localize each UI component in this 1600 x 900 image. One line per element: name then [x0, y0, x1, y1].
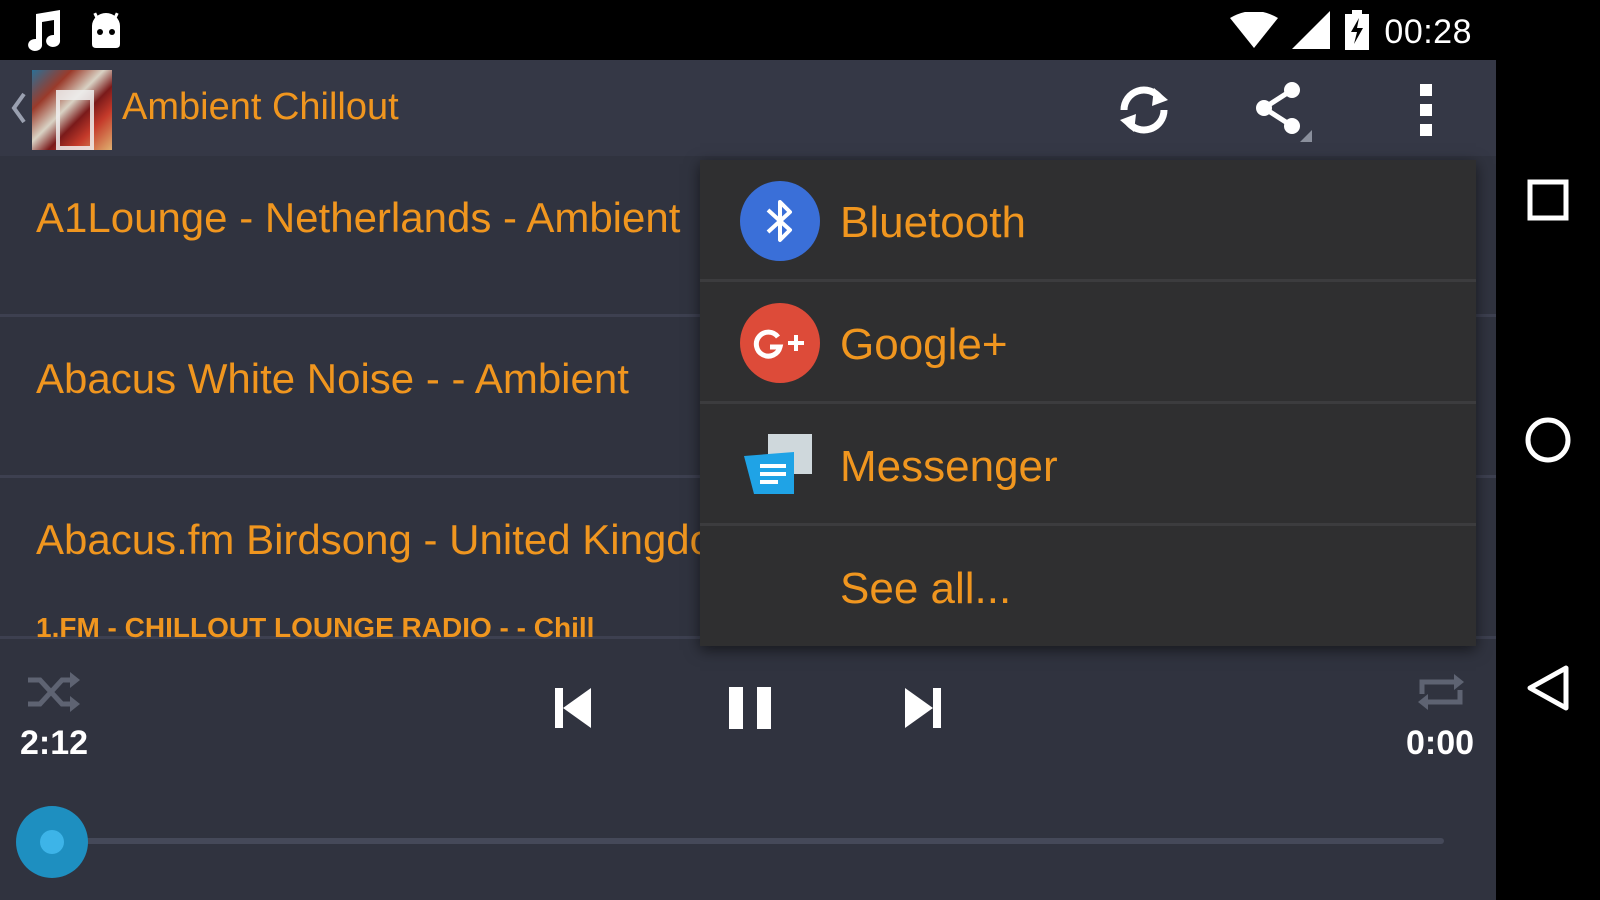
cell-signal-icon: [1292, 11, 1331, 54]
shuffle-icon[interactable]: [26, 670, 82, 714]
back-button[interactable]: [1520, 660, 1576, 716]
navigation-bar: [1496, 60, 1600, 900]
elapsed-time: 2:12: [20, 724, 89, 762]
next-track-button[interactable]: [898, 684, 948, 732]
share-option-see-all[interactable]: See all...: [700, 526, 1476, 648]
previous-track-button[interactable]: [548, 684, 598, 732]
overflow-menu-icon[interactable]: [1394, 78, 1458, 142]
status-bar: 00:28: [0, 0, 1600, 60]
back-chevron-icon[interactable]: [8, 88, 30, 128]
share-option-bluetooth[interactable]: Bluetooth: [700, 160, 1476, 282]
music-note-icon: [24, 8, 64, 57]
refresh-icon[interactable]: [1112, 78, 1176, 142]
share-option-label: Messenger: [840, 442, 1058, 491]
repeat-icon[interactable]: [1416, 670, 1466, 714]
station-label: Abacus White Noise - - Ambient: [36, 355, 629, 402]
share-menu: Bluetooth Google+ Messenger See all...: [700, 160, 1476, 646]
seek-bar[interactable]: [52, 838, 1444, 844]
android-icon: [88, 10, 124, 55]
now-playing-title: 1.FM - CHILLOUT LOUNGE RADIO - - Chill: [36, 612, 595, 643]
share-icon[interactable]: [1250, 78, 1314, 142]
seek-bar-thumb[interactable]: [16, 806, 88, 878]
share-option-label: Google+: [840, 320, 1008, 369]
share-option-google-plus[interactable]: Google+: [700, 282, 1476, 404]
share-option-messenger[interactable]: Messenger: [700, 404, 1476, 526]
action-bar: Ambient Chillout: [0, 60, 1496, 156]
google-plus-icon: [740, 303, 820, 383]
share-option-label: See all...: [840, 564, 1012, 613]
page-title[interactable]: Ambient Chillout: [122, 86, 399, 129]
station-cover-image[interactable]: [32, 70, 112, 150]
messenger-icon: [740, 425, 820, 505]
battery-charging-icon: [1344, 10, 1370, 55]
wifi-icon: [1230, 11, 1279, 53]
pause-button[interactable]: [722, 680, 778, 736]
app-screen: Ambient Chillout A1Lounge - Netherlands …: [0, 60, 1496, 900]
station-label: Abacus.fm Birdsong - United Kingdom: [36, 516, 749, 563]
bluetooth-icon: [740, 181, 820, 261]
duration-time: 0:00: [1406, 724, 1475, 762]
status-clock: 00:28: [1384, 13, 1472, 51]
recents-button[interactable]: [1520, 172, 1576, 228]
station-label: A1Lounge - Netherlands - Ambient: [36, 194, 681, 241]
home-button[interactable]: [1520, 412, 1576, 468]
share-option-label: Bluetooth: [840, 198, 1026, 247]
